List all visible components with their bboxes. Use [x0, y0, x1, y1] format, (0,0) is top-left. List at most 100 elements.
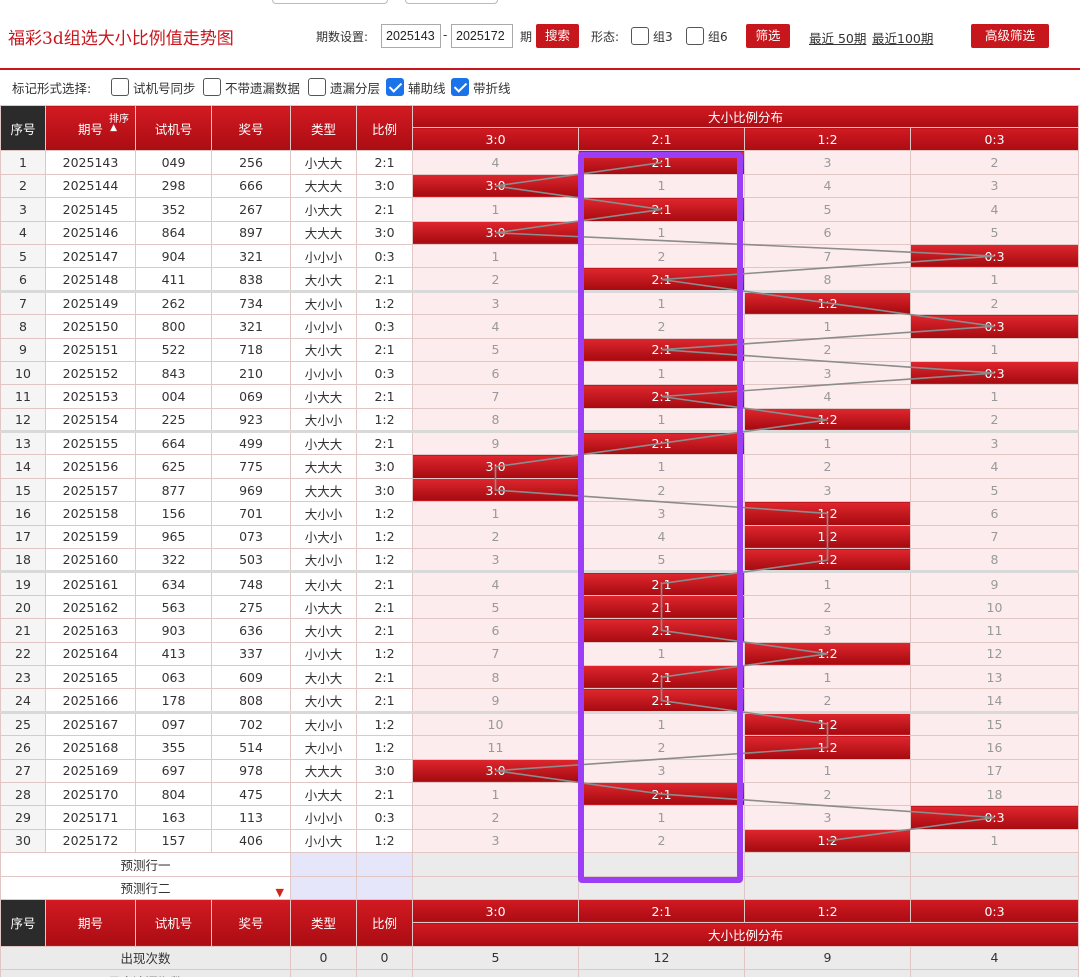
row-type-cell: 大小大	[290, 618, 357, 643]
row-test-cell: 625	[135, 454, 212, 479]
row-ratio-cell: 2:1	[356, 197, 413, 222]
row-ratio-cell: 3:0	[356, 173, 413, 199]
footer-header-issue: 期号	[45, 898, 136, 947]
stat-value: 0	[290, 945, 357, 971]
row-type-cell: 大小大	[290, 664, 357, 690]
no-miss-data-checkbox[interactable]	[203, 78, 221, 96]
row-no-cell: 18	[0, 548, 46, 574]
prediction-dist-cell[interactable]	[412, 852, 579, 877]
dist-miss-cell: 12	[909, 641, 1080, 666]
row-type-cell: 小大大	[290, 150, 357, 175]
table-row: 16 2025158 156 701 大小小 1:2 1 3 1:2 6	[0, 501, 1080, 526]
row-no-cell: 19	[0, 571, 46, 596]
row-issue-cell: 2025165	[45, 664, 136, 690]
row-ratio-cell: 3:0	[356, 477, 413, 503]
sync-test-checkbox[interactable]	[111, 78, 129, 96]
dist-miss-cell: 7	[412, 641, 579, 666]
prediction-dist-cell[interactable]	[909, 875, 1080, 900]
prediction-input-cell[interactable]	[356, 875, 413, 900]
col-header-test: 试机号	[135, 104, 212, 152]
prediction-dist-cell[interactable]	[909, 852, 1080, 877]
row-issue-cell: 2025164	[45, 641, 136, 666]
table-row: 18 2025160 322 503 大小小 1:2 3 5 1:2 8	[0, 548, 1080, 574]
footer-dist-header-0-3: 0:3	[909, 898, 1080, 924]
row-type-cell: 小大大	[290, 594, 357, 620]
row-ratio-cell: 3:0	[356, 758, 413, 783]
prediction-input-cell[interactable]	[356, 852, 413, 877]
row-draw-cell: 503	[211, 548, 291, 574]
prediction-input-cell[interactable]	[290, 875, 357, 900]
row-no-cell: 10	[0, 360, 46, 386]
row-test-cell: 903	[135, 618, 212, 643]
row-no-cell: 22	[0, 641, 46, 666]
search-button[interactable]: 搜索	[536, 24, 579, 48]
stat-label: 最大遗漏期数	[0, 969, 291, 977]
stat-value: 0	[356, 969, 413, 977]
row-draw-cell: 210	[211, 360, 291, 386]
row-no-cell: 6	[0, 267, 46, 293]
dist-miss-cell: 1	[744, 571, 911, 596]
table-row: 8 2025150 800 321 小小小 0:3 4 2 1 0:3	[0, 314, 1080, 339]
row-ratio-cell: 0:3	[356, 314, 413, 339]
zu6-checkbox[interactable]	[686, 27, 704, 45]
row-draw-cell: 734	[211, 290, 291, 316]
stat-dist-value: 9	[744, 945, 911, 971]
stat-dist-value: 9	[744, 969, 911, 977]
row-ratio-cell: 2:1	[356, 664, 413, 690]
expand-arrow-icon[interactable]: ▼	[276, 886, 284, 898]
row-ratio-cell: 1:2	[356, 711, 413, 737]
footer-header-type: 类型	[290, 898, 357, 947]
period-from-input[interactable]	[381, 24, 441, 48]
recent-100-link[interactable]: 最近100期	[872, 28, 933, 47]
row-draw-cell: 406	[211, 828, 291, 854]
period-to-input[interactable]	[451, 24, 513, 48]
row-type-cell: 大小小	[290, 548, 357, 574]
form-label: 形态:	[591, 30, 620, 44]
sort-up-icon[interactable]: ▲	[110, 124, 117, 133]
prediction-row: 预测行一	[0, 852, 1080, 877]
aux-line-checkbox[interactable]	[386, 78, 404, 96]
table-row: 27 2025169 697 978 大大大 3:0 3:0 3 1 17	[0, 758, 1080, 783]
prediction-row: 预测行二 ▼	[0, 875, 1080, 900]
no-miss-data-label: 不带遗漏数据	[225, 81, 301, 96]
table-row: 6 2025148 411 838 大小大 2:1 2 2:1 8 1	[0, 267, 1080, 293]
table-row: 25 2025167 097 702 大小小 1:2 10 1 1:2 15	[0, 711, 1080, 737]
polyline-checkbox[interactable]	[451, 78, 469, 96]
row-issue-cell: 2025169	[45, 758, 136, 783]
row-type-cell: 小大小	[290, 524, 357, 550]
row-no-cell: 13	[0, 431, 46, 456]
filter-button[interactable]: 筛选	[746, 24, 790, 48]
prediction-input-cell[interactable]	[290, 852, 357, 877]
prediction-dist-cell[interactable]	[412, 875, 579, 900]
advanced-filter-button[interactable]: 高级筛选	[971, 24, 1049, 48]
dist-miss-cell: 11	[909, 618, 1080, 643]
row-issue-cell: 2025160	[45, 548, 136, 574]
dist-miss-cell: 4	[412, 571, 579, 596]
page-title: 福彩3d组选大小比例值走势图	[8, 29, 234, 49]
dist-miss-cell: 2	[412, 805, 579, 830]
row-ratio-cell: 2:1	[356, 571, 413, 596]
row-ratio-cell: 1:2	[356, 290, 413, 316]
zu3-checkbox[interactable]	[631, 27, 649, 45]
row-type-cell: 大小小	[290, 501, 357, 526]
col-header-issue[interactable]: 期号 排序 ▲	[45, 104, 136, 152]
row-test-cell: 877	[135, 477, 212, 503]
prediction-dist-cell[interactable]	[744, 852, 911, 877]
row-test-cell: 322	[135, 548, 212, 574]
stat-dist-value: 5	[412, 945, 579, 971]
dist-miss-cell: 10	[412, 711, 579, 737]
row-issue-cell: 2025170	[45, 781, 136, 807]
dist-hit-cell: 1:2	[744, 735, 911, 760]
prediction-dist-cell[interactable]	[744, 875, 911, 900]
dist-miss-cell: 3	[412, 290, 579, 316]
table-row: 30 2025172 157 406 小小大 1:2 3 2 1:2 1	[0, 828, 1080, 854]
recent-50-link[interactable]: 最近 50期	[809, 28, 866, 47]
dist-miss-cell: 3	[744, 477, 911, 503]
footer-header-no: 序号	[0, 898, 46, 947]
dist-miss-cell: 7	[412, 384, 579, 409]
dist-miss-cell: 2	[744, 594, 911, 620]
row-no-cell: 25	[0, 711, 46, 737]
dist-miss-cell: 2	[909, 290, 1080, 316]
dist-hit-cell: 0:3	[909, 314, 1080, 339]
miss-layer-checkbox[interactable]	[308, 78, 326, 96]
